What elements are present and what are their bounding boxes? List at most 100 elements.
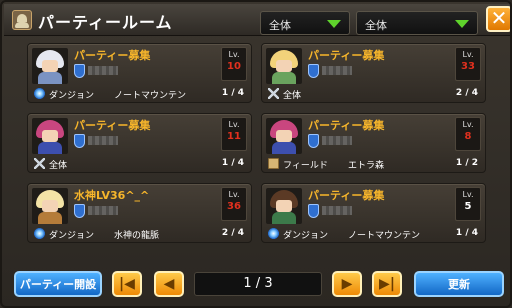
sword-icon bbox=[268, 88, 279, 99]
room-title: パーティー募集 bbox=[308, 189, 385, 202]
avatar-body bbox=[38, 72, 62, 84]
room-info-row: 全体 2 / 4 bbox=[266, 87, 481, 101]
party-room-card[interactable]: パーティー募集 Lv. 33 全体 2 / 4 bbox=[261, 43, 486, 103]
leader-avatar bbox=[32, 188, 68, 224]
room-title: パーティー募集 bbox=[74, 49, 151, 62]
room-title: パーティー募集 bbox=[308, 119, 385, 132]
guild-badge-icon bbox=[74, 64, 85, 78]
party-room-card[interactable]: パーティー募集 Lv. 11 全体 1 / 4 bbox=[27, 113, 252, 173]
window-title: パーティールーム bbox=[38, 13, 173, 32]
party-room-icon bbox=[12, 10, 32, 30]
room-title: パーティー募集 bbox=[74, 119, 151, 132]
close-button[interactable]: ✕ bbox=[486, 6, 510, 32]
last-page-button[interactable]: ▶| bbox=[372, 271, 402, 297]
guild-badge-icon bbox=[74, 134, 85, 148]
party-room-card[interactable]: パーティー募集 Lv. 10 ダンジョン ノートマウンテン 1 / 4 bbox=[27, 43, 252, 103]
level-value: 8 bbox=[464, 131, 472, 142]
room-title: 水神LV36^_^ bbox=[74, 189, 150, 202]
chevron-down-icon bbox=[327, 20, 341, 28]
filter-dropdown-2[interactable]: 全体 bbox=[356, 11, 478, 35]
party-room-card[interactable]: パーティー募集 Lv. 5 ダンジョン ノートマウンテン 1 / 4 bbox=[261, 183, 486, 243]
member-count: 1 / 2 bbox=[455, 158, 478, 168]
guild-badge-icon bbox=[308, 64, 319, 78]
leader-name-blurred bbox=[88, 66, 118, 75]
room-area: ノートマウンテン bbox=[114, 91, 187, 101]
level-label: Lv. bbox=[462, 50, 474, 59]
avatar-face bbox=[276, 130, 292, 142]
level-value: 36 bbox=[227, 201, 241, 212]
leader-name-blurred bbox=[88, 206, 118, 215]
room-info-row: 全体 1 / 4 bbox=[32, 157, 247, 171]
avatar-body bbox=[272, 212, 296, 224]
room-kind: ダンジョン bbox=[49, 91, 95, 101]
create-party-button[interactable]: パーティー開設 bbox=[14, 271, 102, 297]
member-count: 2 / 4 bbox=[455, 88, 478, 98]
room-area: エトラ森 bbox=[348, 161, 385, 171]
sword-icon bbox=[34, 158, 45, 169]
leader-name-blurred bbox=[88, 136, 118, 145]
leader-name-blurred bbox=[322, 206, 352, 215]
avatar-face bbox=[276, 60, 292, 72]
room-area: ノートマウンテン bbox=[348, 231, 421, 241]
map-icon bbox=[268, 158, 279, 169]
leader-avatar bbox=[266, 188, 302, 224]
level-box: Lv. 8 bbox=[455, 117, 481, 151]
room-area: 水神の龍脈 bbox=[114, 231, 160, 241]
room-kind: ダンジョン bbox=[283, 231, 329, 241]
leader-avatar bbox=[32, 48, 68, 84]
member-count: 1 / 4 bbox=[221, 158, 244, 168]
avatar-face bbox=[42, 200, 58, 212]
party-room-card[interactable]: 水神LV36^_^ Lv. 36 ダンジョン 水神の龍脈 2 / 4 bbox=[27, 183, 252, 243]
level-value: 33 bbox=[461, 61, 475, 72]
avatar-body bbox=[272, 72, 296, 84]
level-label: Lv. bbox=[228, 50, 240, 59]
room-info-row: ダンジョン ノートマウンテン 1 / 4 bbox=[32, 87, 247, 101]
member-count: 1 / 4 bbox=[221, 88, 244, 98]
filter-dropdown-2-value: 全体 bbox=[365, 19, 387, 32]
room-kind: 全体 bbox=[49, 161, 68, 171]
next-page-button[interactable]: ▶ bbox=[332, 271, 362, 297]
member-count: 1 / 4 bbox=[455, 228, 478, 238]
title-bar: パーティールーム 全体 全体 ✕ bbox=[4, 4, 510, 36]
party-room-card[interactable]: パーティー募集 Lv. 8 フィールド エトラ森 1 / 2 bbox=[261, 113, 486, 173]
portal-icon bbox=[268, 228, 279, 239]
level-box: Lv. 11 bbox=[221, 117, 247, 151]
portal-icon bbox=[34, 88, 45, 99]
level-box: Lv. 10 bbox=[221, 47, 247, 81]
prev-page-button[interactable]: ◀ bbox=[154, 271, 184, 297]
avatar-face bbox=[276, 200, 292, 212]
bottom-bar: パーティー開設 |◀ ◀ 1 / 3 ▶ ▶| 更新 bbox=[4, 266, 510, 306]
room-kind: 全体 bbox=[283, 91, 302, 101]
room-kind: ダンジョン bbox=[49, 231, 95, 241]
level-label: Lv. bbox=[228, 120, 240, 129]
leader-name-blurred bbox=[322, 66, 352, 75]
level-box: Lv. 5 bbox=[455, 187, 481, 221]
level-value: 11 bbox=[227, 131, 241, 142]
level-label: Lv. bbox=[228, 190, 240, 199]
portal-icon bbox=[34, 228, 45, 239]
leader-avatar bbox=[32, 118, 68, 154]
avatar-face bbox=[42, 130, 58, 142]
filter-dropdown-1[interactable]: 全体 bbox=[260, 11, 350, 35]
guild-badge-icon bbox=[308, 204, 319, 218]
room-info-row: フィールド エトラ森 1 / 2 bbox=[266, 157, 481, 171]
avatar-body bbox=[38, 212, 62, 224]
chevron-down-icon bbox=[455, 20, 469, 28]
leader-avatar bbox=[266, 48, 302, 84]
leader-name-blurred bbox=[322, 136, 352, 145]
level-value: 10 bbox=[227, 61, 241, 72]
room-info-row: ダンジョン ノートマウンテン 1 / 4 bbox=[266, 227, 481, 241]
refresh-button[interactable]: 更新 bbox=[414, 271, 504, 297]
avatar-body bbox=[272, 142, 296, 154]
party-room-window: パーティールーム 全体 全体 ✕ パーティー募集 Lv. 10 ダンジョン ノートマウン… bbox=[0, 0, 512, 308]
guild-badge-icon bbox=[74, 204, 85, 218]
level-box: Lv. 33 bbox=[455, 47, 481, 81]
level-box: Lv. 36 bbox=[221, 187, 247, 221]
first-page-button[interactable]: |◀ bbox=[112, 271, 142, 297]
page-indicator: 1 / 3 bbox=[194, 272, 322, 296]
avatar-face bbox=[42, 60, 58, 72]
room-title: パーティー募集 bbox=[308, 49, 385, 62]
filter-dropdown-1-value: 全体 bbox=[269, 19, 291, 32]
level-value: 5 bbox=[464, 201, 472, 212]
guild-badge-icon bbox=[308, 134, 319, 148]
